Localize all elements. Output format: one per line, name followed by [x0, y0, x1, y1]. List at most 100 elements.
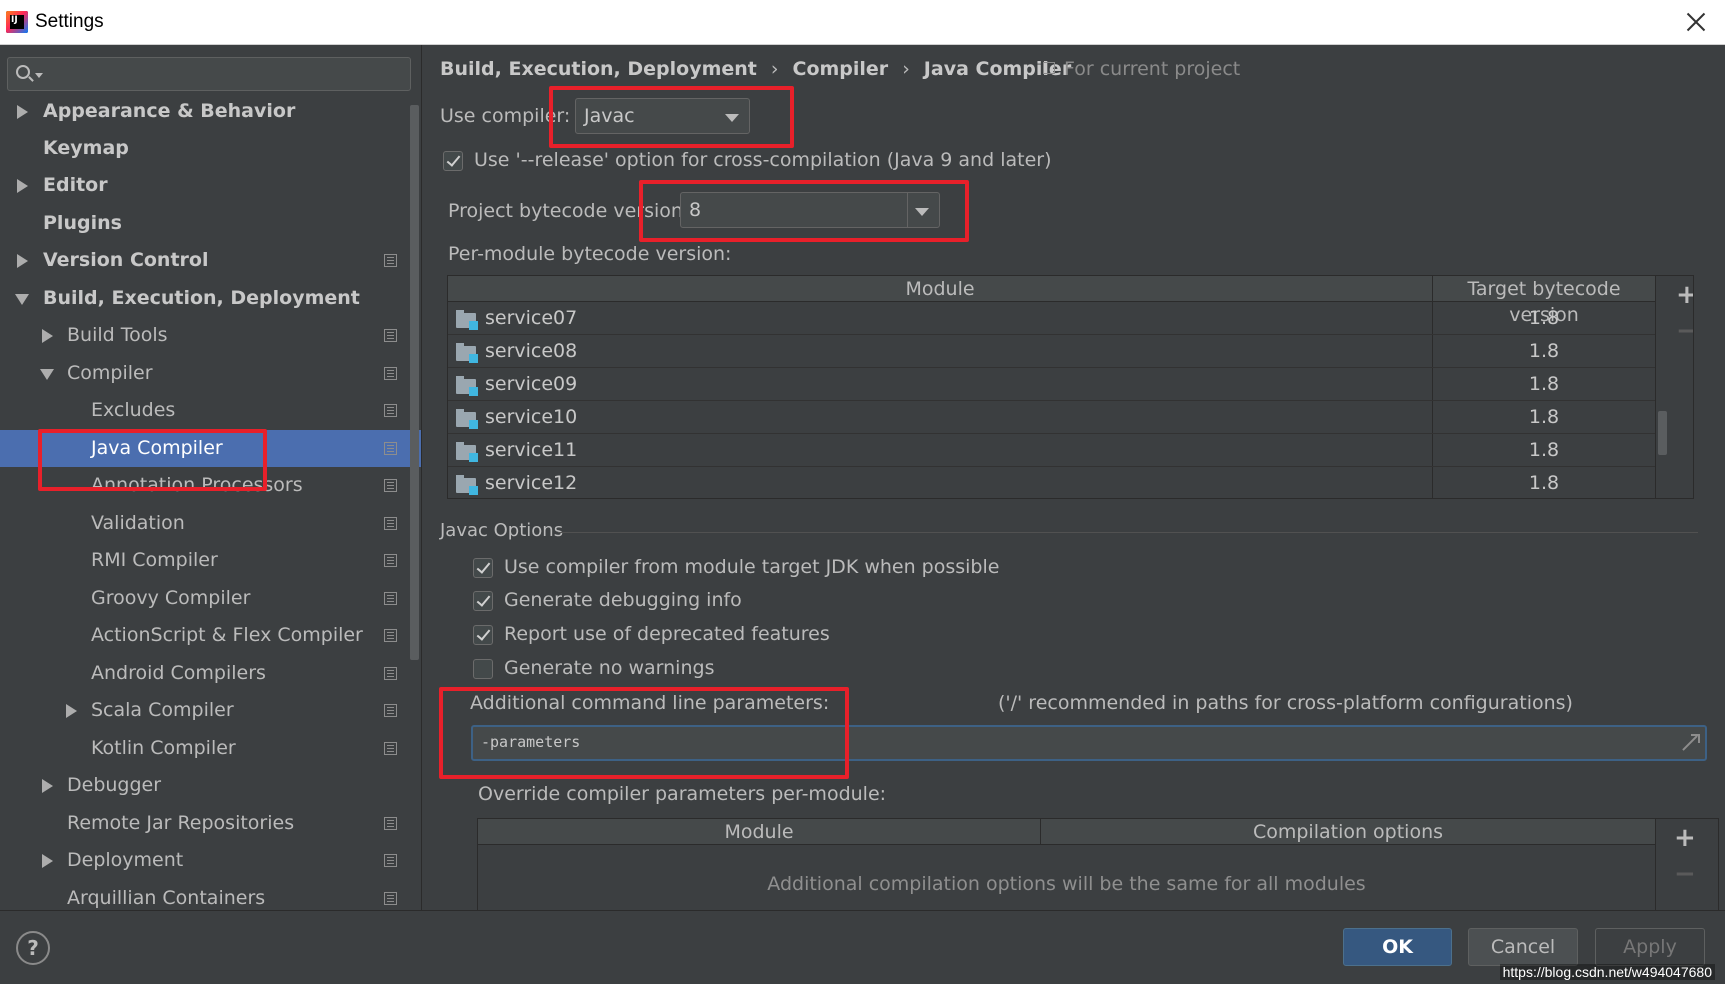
expand-icon[interactable] [1681, 733, 1700, 751]
table-row[interactable]: service09 1.8 [448, 368, 1655, 401]
sidebar-item-keymap[interactable]: Keymap [0, 130, 421, 167]
debugging-info-checkbox[interactable] [473, 591, 493, 611]
sidebar-item-label: Android Compilers [91, 662, 266, 684]
sidebar-item-scala-compiler[interactable]: Scala Compiler [0, 692, 421, 729]
module-name: service07 [485, 307, 578, 329]
sidebar-item-editor[interactable]: Editor [0, 167, 421, 204]
sidebar-item-label: RMI Compiler [91, 549, 218, 571]
deprecated-features-checkbox[interactable] [473, 625, 493, 645]
sidebar-item-excludes[interactable]: Excludes [0, 392, 421, 429]
cancel-button[interactable]: Cancel [1468, 928, 1578, 966]
sidebar-item-kotlin-compiler[interactable]: Kotlin Compiler [0, 730, 421, 767]
bytecode-version-label: Project bytecode version: [448, 200, 690, 222]
remove-override-button[interactable]: − [1674, 861, 1696, 887]
add-module-button[interactable]: + [1676, 282, 1693, 308]
sidebar-item-label: Appearance & Behavior [43, 100, 296, 122]
use-module-jdk-checkbox[interactable] [473, 558, 493, 578]
expand-arrow-icon[interactable] [42, 779, 53, 793]
table-header-target-version[interactable]: Target bytecode version [1433, 276, 1655, 326]
module-name: service12 [485, 472, 578, 494]
table-header-module[interactable]: Module [478, 819, 1040, 845]
sidebar-item-validation[interactable]: Validation [0, 505, 421, 542]
scrollbar-divider [1655, 276, 1656, 498]
additional-params-label: Additional command line parameters: [470, 692, 830, 714]
add-override-button[interactable]: + [1674, 825, 1696, 851]
scope-indicator: For current project [1043, 58, 1240, 80]
sidebar-item-label: Deployment [67, 849, 184, 871]
project-scope-icon [384, 479, 397, 492]
use-compiler-value: Javac [584, 105, 635, 127]
expand-arrow-icon[interactable] [17, 105, 28, 119]
sidebar-item-debugger[interactable]: Debugger [0, 767, 421, 804]
settings-content: Build, Execution, Deployment › Compiler › Ja… [423, 45, 1725, 910]
bytecode-version-select[interactable]: 8 [680, 192, 940, 228]
sidebar-item-label: Compiler [67, 362, 153, 384]
project-scope-icon [384, 629, 397, 642]
dialog-footer: ? OK Cancel Apply https://blog.csdn.net/… [0, 910, 1725, 984]
sidebar-item-label: Keymap [43, 137, 129, 159]
table-scrollbar[interactable] [1658, 411, 1667, 455]
expand-arrow-icon[interactable] [17, 179, 28, 193]
override-table: Module Compilation options Additional co… [477, 818, 1719, 910]
module-version: 1.8 [1528, 406, 1560, 428]
combo-divider [907, 193, 908, 227]
project-scope-icon [384, 517, 397, 530]
apply-button[interactable]: Apply [1595, 928, 1705, 966]
project-scope-icon [384, 817, 397, 830]
expand-arrow-icon[interactable] [42, 854, 53, 868]
table-row[interactable]: service11 1.8 [448, 434, 1655, 467]
sidebar-item-rmi-compiler[interactable]: RMI Compiler [0, 542, 421, 579]
debugging-info-label: Generate debugging info [504, 589, 742, 611]
sidebar-item-groovy-compiler[interactable]: Groovy Compiler [0, 580, 421, 617]
table-row[interactable]: service08 1.8 [448, 335, 1655, 368]
sidebar-item-label: Editor [43, 174, 108, 196]
sidebar-item-deployment[interactable]: Deployment [0, 842, 421, 879]
sidebar-item-arquillian-containers[interactable]: Arquillian Containers [0, 880, 421, 910]
expand-arrow-icon[interactable] [66, 704, 77, 718]
table-header-module[interactable]: Module [448, 276, 1432, 302]
sidebar-item-label: Build Tools [67, 324, 168, 346]
sidebar-item-annotation-processors[interactable]: Annotation Processors [0, 467, 421, 504]
table-header-compilation-options[interactable]: Compilation options [1041, 819, 1655, 845]
sidebar-item-java-compiler[interactable]: Java Compiler [0, 430, 421, 467]
project-scope-icon [384, 592, 397, 605]
additional-params-input[interactable]: -parameters [471, 725, 1707, 761]
project-scope-icon [384, 404, 397, 417]
module-folder-icon [456, 310, 478, 330]
collapse-arrow-icon[interactable] [40, 369, 54, 380]
release-option-checkbox[interactable] [443, 151, 463, 171]
module-folder-icon [456, 376, 478, 396]
sidebar-item-plugins[interactable]: Plugins [0, 205, 421, 242]
title-bar: IJ Settings [0, 0, 1725, 45]
help-button[interactable]: ? [16, 931, 50, 965]
sidebar-item-remote-jar-repositories[interactable]: Remote Jar Repositories [0, 805, 421, 842]
table-row[interactable]: service10 1.8 [448, 401, 1655, 434]
empty-table-message: Additional compilation options will be t… [767, 873, 1366, 895]
remove-module-button[interactable]: − [1676, 318, 1693, 344]
sidebar-scrollbar[interactable] [410, 105, 419, 660]
sidebar-item-label: Java Compiler [91, 437, 223, 459]
collapse-arrow-icon[interactable] [15, 294, 29, 305]
search-input[interactable] [7, 57, 411, 91]
expand-arrow-icon[interactable] [42, 329, 53, 343]
intellij-app-icon: IJ [6, 11, 28, 33]
sidebar-item-appearance-behavior[interactable]: Appearance & Behavior [0, 93, 421, 130]
sidebar-item-android-compilers[interactable]: Android Compilers [0, 655, 421, 692]
table-row[interactable]: service07 1.8 [448, 302, 1655, 335]
search-history-dropdown-icon[interactable] [35, 73, 43, 78]
close-icon[interactable] [1683, 9, 1709, 35]
sidebar-item-build-tools[interactable]: Build Tools [0, 317, 421, 354]
sidebar-item-label: Version Control [43, 249, 209, 271]
bytecode-version-value: 8 [689, 199, 702, 221]
use-compiler-select[interactable]: Javac [575, 98, 750, 134]
section-divider [558, 532, 1698, 533]
sidebar-item-version-control[interactable]: Version Control [0, 242, 421, 279]
sidebar-item-compiler[interactable]: Compiler [0, 355, 421, 392]
sidebar-item-build-execution-deployment[interactable]: Build, Execution, Deployment [0, 280, 421, 317]
ok-button[interactable]: OK [1343, 928, 1452, 966]
table-row[interactable]: service12 1.8 [448, 467, 1655, 498]
expand-arrow-icon[interactable] [17, 254, 28, 268]
no-warnings-checkbox[interactable] [473, 659, 493, 679]
project-scope-icon [384, 667, 397, 680]
sidebar-item-actionscript-flex-compiler[interactable]: ActionScript & Flex Compiler [0, 617, 421, 654]
